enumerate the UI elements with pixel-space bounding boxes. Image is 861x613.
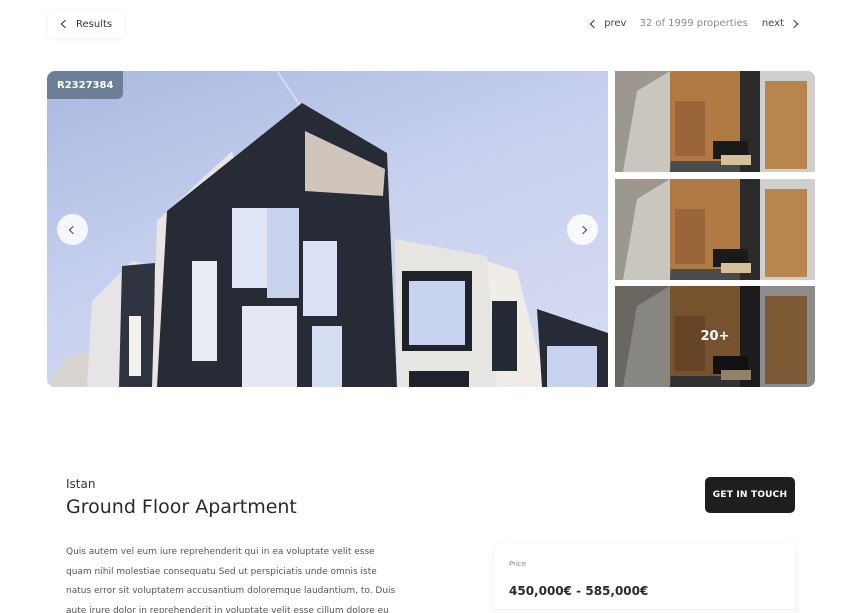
main-property-photo[interactable]: R2327384: [47, 71, 608, 387]
gallery-thumbnail[interactable]: [615, 71, 815, 172]
next-property-link[interactable]: next: [761, 18, 799, 29]
price-label: Price: [509, 560, 527, 568]
prev-label: prev: [604, 18, 627, 29]
chevron-left-icon: [60, 19, 70, 29]
gallery-prev-button[interactable]: [57, 214, 88, 245]
chevron-right-icon: [578, 225, 587, 234]
chevron-right-icon: [789, 19, 799, 28]
gallery-thumbnail[interactable]: [615, 179, 815, 280]
listing-city: Istan: [66, 477, 96, 491]
interior-photo: [615, 71, 815, 172]
property-position-text: 32 of 1999 properties: [639, 18, 748, 29]
prev-property-link[interactable]: prev: [589, 18, 627, 29]
chevron-left-icon: [589, 19, 599, 28]
chevron-left-icon: [68, 225, 77, 234]
price-card: Price 450,000€ - 585,000€: [495, 543, 795, 613]
divider: [495, 609, 795, 610]
property-pager: prev 32 of 1999 properties next: [589, 18, 799, 29]
reference-badge: R2327384: [47, 71, 124, 99]
listing-title: Ground Floor Apartment: [66, 496, 297, 518]
listing-description: Quis autem vel eum iure reprehenderit qu…: [66, 547, 396, 613]
gallery-thumbnail-more[interactable]: 20+: [615, 286, 815, 387]
get-in-touch-button[interactable]: GET IN TOUCH: [705, 477, 795, 513]
price-value: 450,000€ - 585,000€: [509, 584, 649, 598]
back-label: Results: [76, 18, 113, 30]
gallery-next-button[interactable]: [567, 214, 598, 245]
back-to-results-button[interactable]: Results: [48, 10, 124, 38]
interior-photo: [615, 179, 815, 280]
next-label: next: [761, 18, 784, 29]
building-photo: [47, 71, 608, 387]
more-photos-count: 20+: [615, 286, 815, 387]
